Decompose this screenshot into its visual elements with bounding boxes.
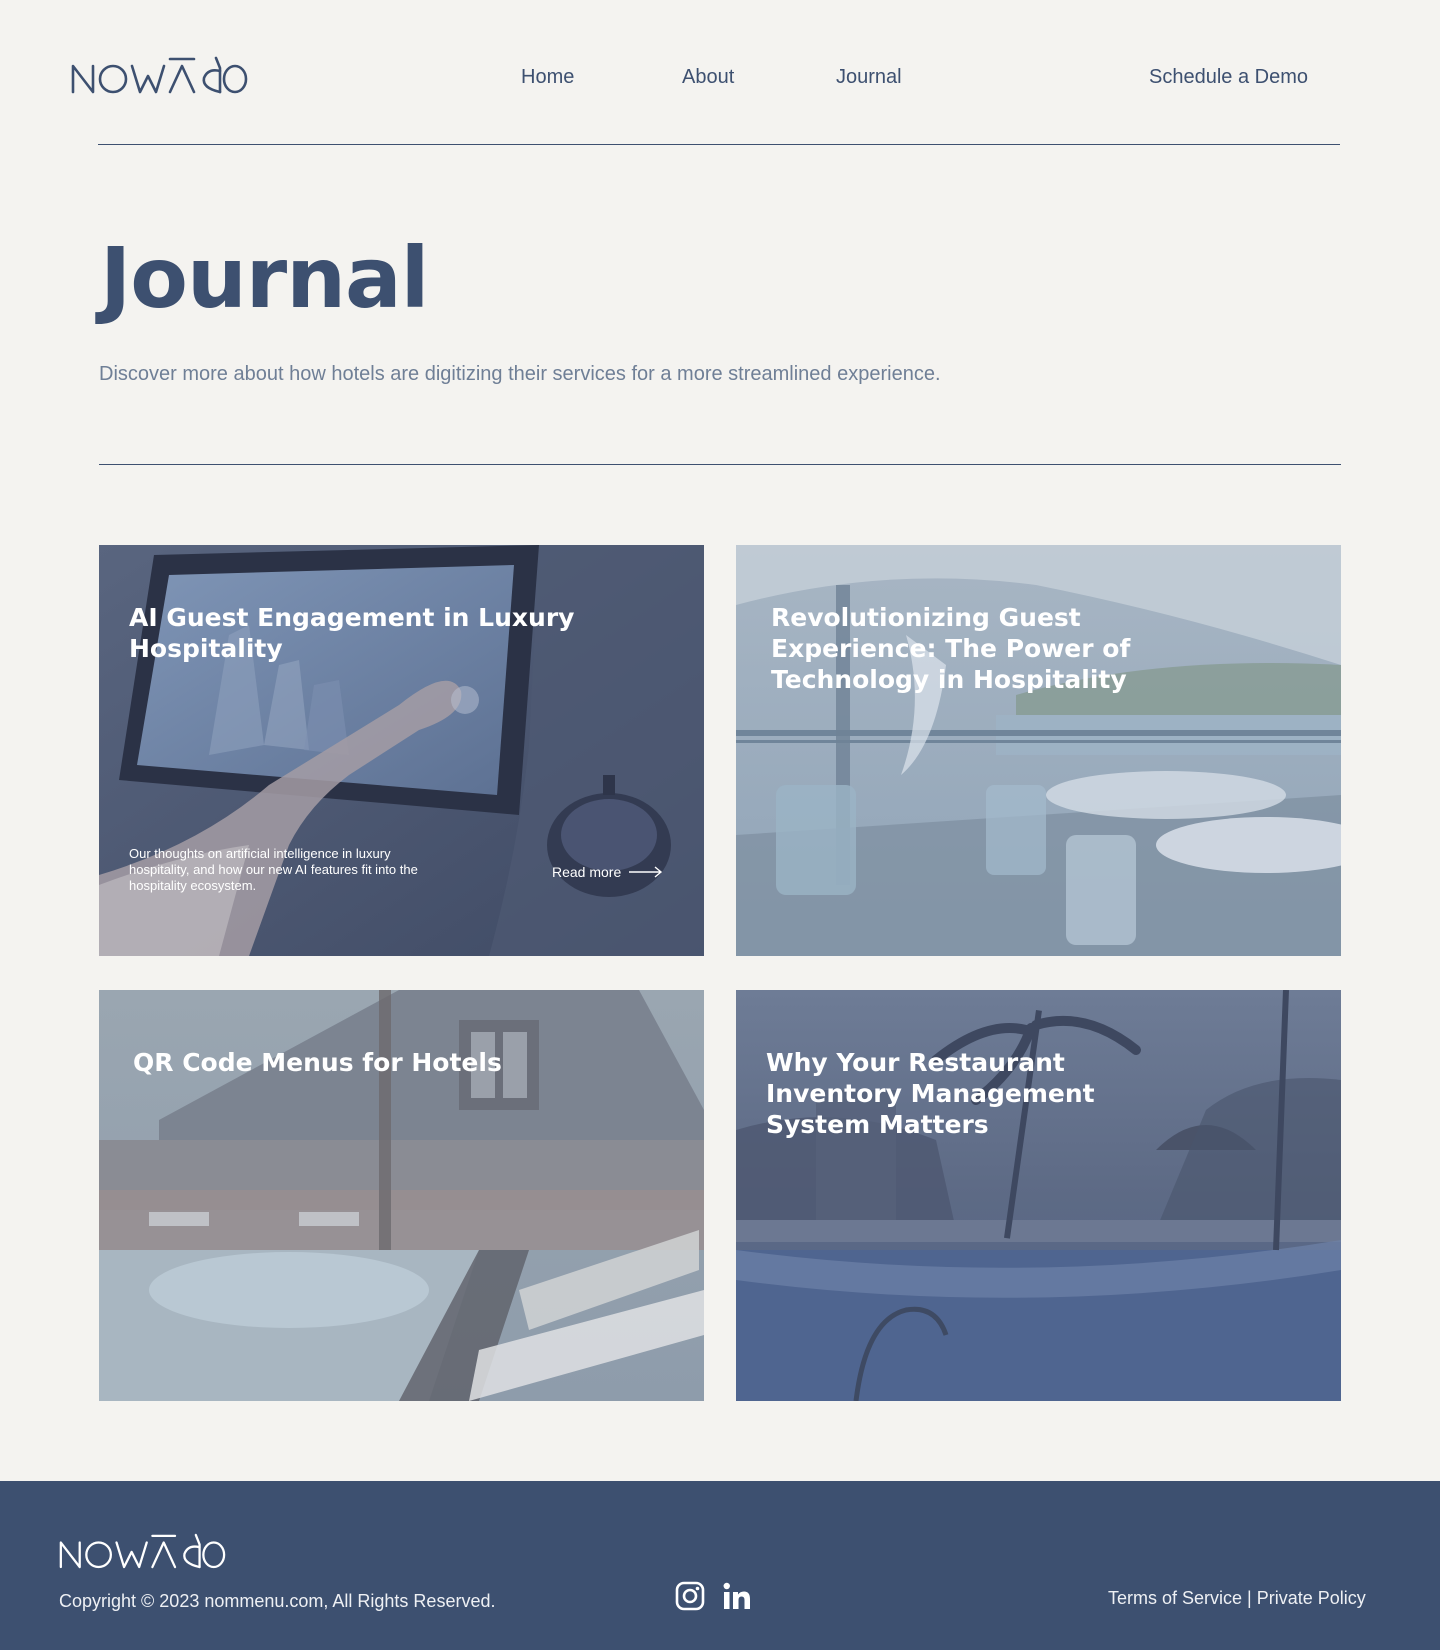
journal-card-qr-menus[interactable]: QR Code Menus for Hotels [99, 990, 704, 1401]
legal-links: Terms of Service | Private Policy [1108, 1587, 1366, 1609]
card-title: Why Your Restaurant Inventory Management… [766, 1048, 1095, 1139]
copyright-text: Copyright © 2023 nommenu.com, All Rights… [59, 1591, 496, 1611]
nav-about[interactable]: About [682, 64, 734, 90]
journal-card-guest-experience[interactable]: Revolutionizing Guest Experience: The Po… [736, 545, 1341, 956]
journal-card-inventory-management[interactable]: Why Your Restaurant Inventory Management… [736, 990, 1341, 1401]
schedule-demo-link[interactable]: Schedule a Demo [1149, 64, 1308, 90]
nomado-logo-icon [71, 56, 248, 94]
journal-card-ai-guest-engagement[interactable]: AI Guest Engagement in Luxury Hospitalit… [99, 545, 704, 956]
page-subtitle: Discover more about how hotels are digit… [99, 363, 941, 385]
header-divider [98, 144, 1340, 145]
section-divider [99, 464, 1341, 465]
nomado-logo-icon [59, 1533, 226, 1569]
site-header: Home About Journal Schedule a Demo [0, 0, 1440, 146]
card-excerpt: Our thoughts on artificial intelligence … [129, 846, 418, 893]
card-title: AI Guest Engagement in Luxury Hospitalit… [129, 603, 575, 663]
nav-journal[interactable]: Journal [836, 64, 902, 90]
nav-home[interactable]: Home [521, 64, 574, 90]
card-title: Revolutionizing Guest Experience: The Po… [771, 603, 1131, 694]
terms-of-service-link[interactable]: Terms of Service [1108, 1588, 1242, 1608]
read-more-link[interactable]: Read more [552, 863, 663, 881]
page-title: Journal [100, 229, 429, 327]
footer-nomado-logo[interactable] [58, 1531, 226, 1571]
arrow-right-icon [629, 866, 663, 878]
read-more-label: Read more [552, 864, 622, 880]
site-footer: Copyright © 2023 nommenu.com, All Rights… [0, 1481, 1440, 1650]
legal-separator: | [1242, 1588, 1257, 1608]
linkedin-icon[interactable] [722, 1581, 752, 1611]
instagram-icon[interactable] [675, 1581, 705, 1611]
card-title: QR Code Menus for Hotels [133, 1048, 502, 1077]
privacy-policy-link[interactable]: Private Policy [1257, 1588, 1366, 1608]
nomado-logo[interactable] [70, 54, 248, 96]
